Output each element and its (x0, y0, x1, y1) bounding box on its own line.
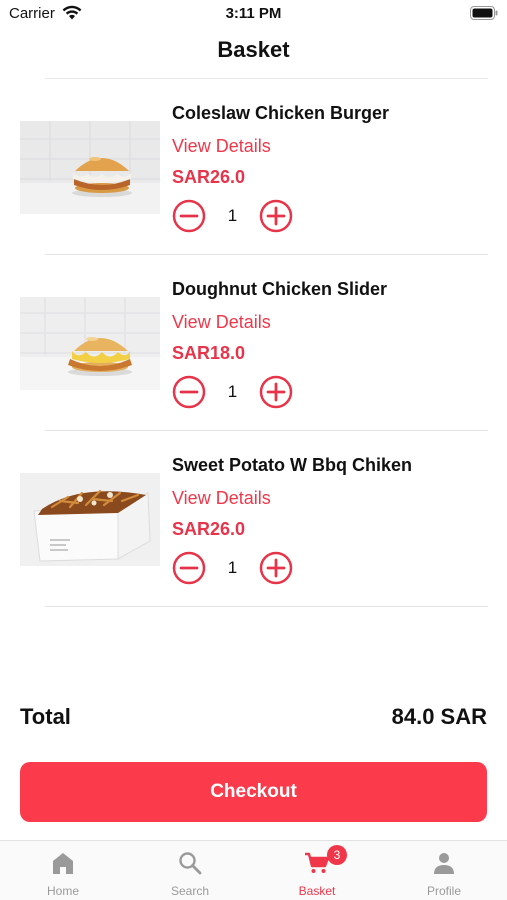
total-value: 84.0 SAR (391, 704, 487, 729)
plus-circle-icon[interactable] (259, 199, 293, 233)
battery-icon (470, 6, 498, 20)
quantity-value: 1 (227, 558, 238, 577)
basket-list: Coleslaw Chicken Burger View Details SAR… (0, 79, 507, 607)
quantity-value: 1 (227, 206, 238, 225)
status-time: 3:11 PM (225, 5, 282, 22)
basket-item: Doughnut Chicken Slider View Details SAR… (0, 255, 507, 431)
quantity-value: 1 (227, 382, 238, 401)
cart-count-badge: 3 (327, 845, 347, 865)
search-icon (179, 852, 202, 875)
item-price: SAR26.0 (172, 167, 246, 187)
person-icon (434, 853, 454, 874)
page-title: Basket (217, 37, 290, 62)
tab-label: Basket (298, 884, 336, 898)
basket-item: Coleslaw Chicken Burger View Details SAR… (0, 79, 507, 255)
basket-item: Sweet Potato W Bbq Chiken View Details S… (0, 431, 507, 607)
tab-label: Home (46, 884, 79, 898)
minus-circle-icon[interactable] (172, 199, 206, 233)
tab-label: Search (170, 884, 210, 898)
slider-image (20, 297, 160, 390)
home-icon (53, 853, 73, 874)
tab-search[interactable]: Search (127, 841, 253, 900)
item-name: Doughnut Chicken Slider (172, 279, 388, 299)
item-price: SAR18.0 (172, 343, 246, 363)
tab-label: Profile (426, 884, 461, 898)
plus-circle-icon[interactable] (259, 375, 293, 409)
item-name: Sweet Potato W Bbq Chiken (172, 455, 413, 475)
tab-basket[interactable]: 3 Basket (254, 841, 380, 900)
tab-home[interactable]: Home (0, 841, 126, 900)
quantity-stepper: 1 (172, 375, 294, 409)
quantity-stepper: 1 (172, 551, 294, 585)
plus-circle-icon[interactable] (259, 551, 293, 585)
total-label: Total (20, 704, 71, 729)
item-divider (45, 606, 488, 607)
fries-box-image (20, 473, 160, 566)
view-details-link[interactable]: View Details (172, 488, 271, 509)
tab-bar: Home Search 3 Basket Profile (0, 840, 507, 900)
view-details-link[interactable]: View Details (172, 312, 271, 333)
item-name: Coleslaw Chicken Burger (172, 103, 390, 123)
minus-circle-icon[interactable] (172, 551, 206, 585)
view-details-link[interactable]: View Details (172, 136, 271, 157)
item-price: SAR26.0 (172, 519, 246, 539)
checkout-button[interactable]: Checkout (20, 762, 487, 822)
quantity-stepper: 1 (172, 199, 294, 233)
status-bar: Carrier 3:11 PM (0, 0, 507, 28)
tab-profile[interactable]: Profile (381, 841, 507, 900)
burger-image (20, 121, 160, 214)
minus-circle-icon[interactable] (172, 375, 206, 409)
